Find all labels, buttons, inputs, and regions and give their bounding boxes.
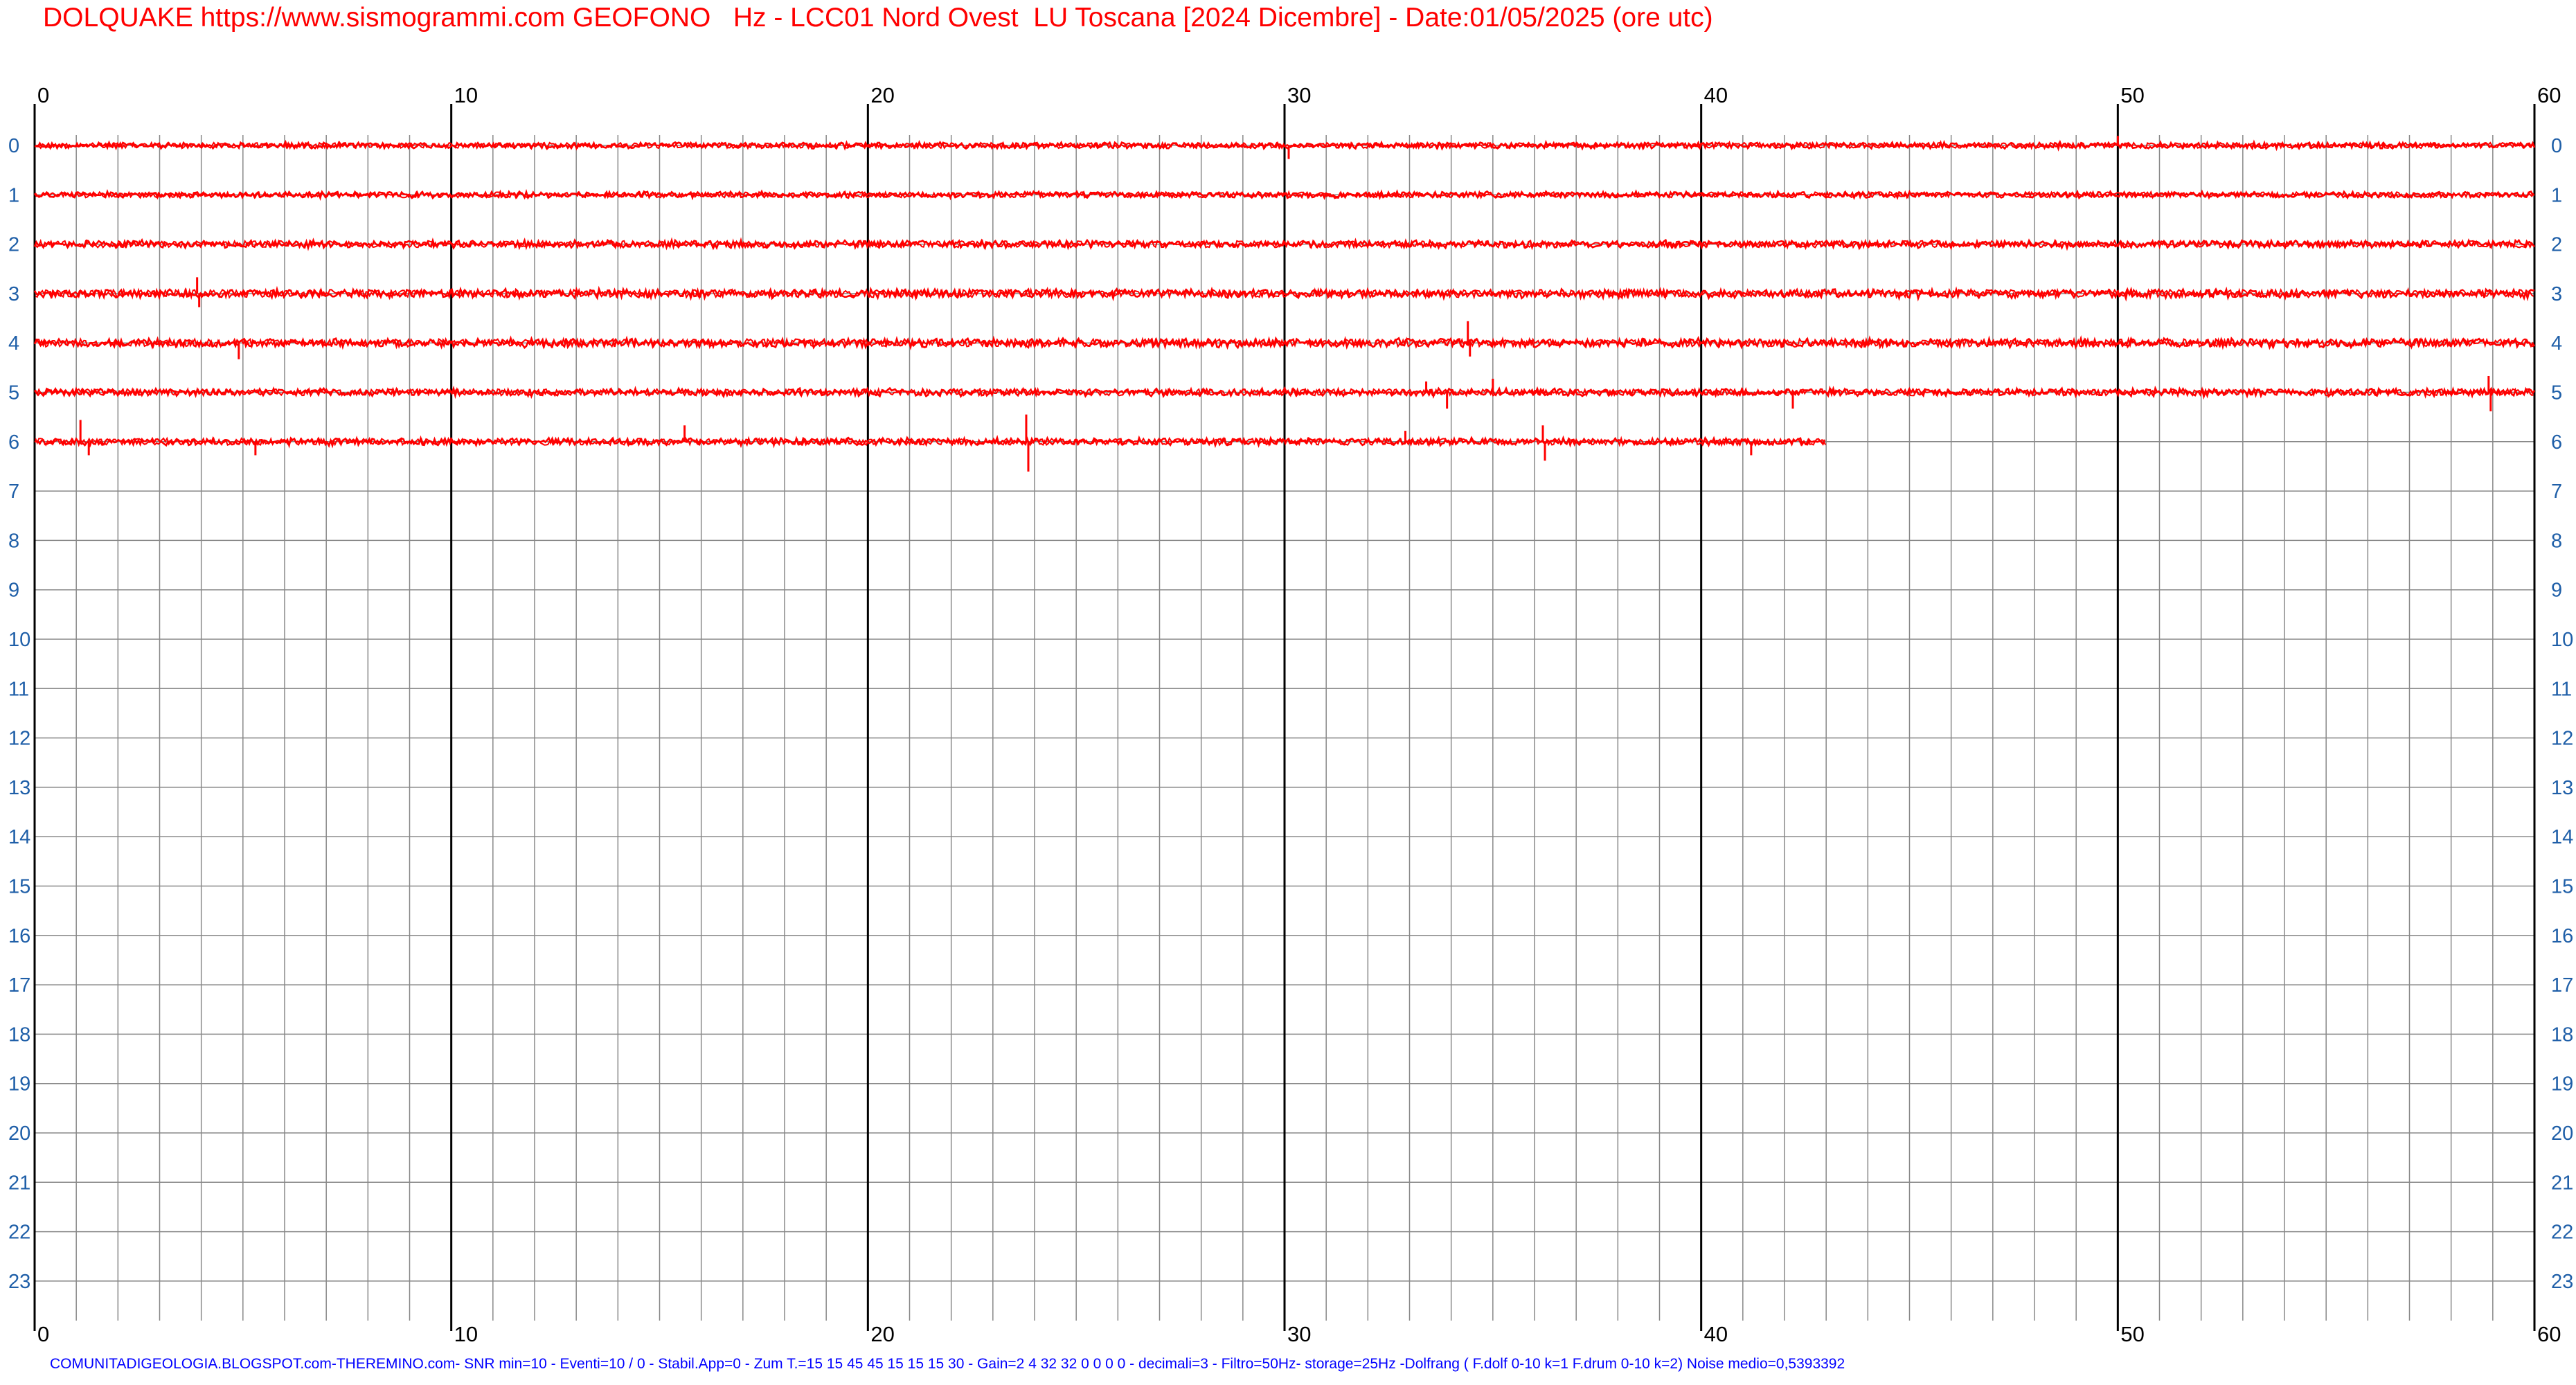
hour-label-left: 3 [8, 283, 19, 305]
hour-label-left: 22 [8, 1222, 30, 1244]
hour-label-left: 23 [8, 1271, 30, 1293]
hour-label-left: 14 [8, 826, 30, 848]
hour-label-left: 19 [8, 1073, 30, 1096]
x-tick-label-bottom: 60 [2537, 1322, 2561, 1346]
hour-label-left: 2 [8, 234, 19, 256]
hour-label-left: 8 [8, 530, 19, 552]
hour-label-left: 9 [8, 580, 19, 602]
hour-label-left: 1 [8, 184, 19, 206]
x-tick-label-top: 60 [2537, 83, 2561, 107]
hour-label-right: 15 [2551, 876, 2573, 898]
x-tick-label-bottom: 0 [37, 1322, 49, 1346]
hour-label-right: 2 [2551, 234, 2562, 256]
x-tick-label-top: 10 [454, 83, 478, 107]
hour-label-right: 8 [2551, 530, 2562, 552]
axis-labels: 001010202030304040505060600 01 12 23 34 45 56 6… [8, 83, 2573, 1346]
hour-label-left: 20 [8, 1123, 30, 1145]
hour-label-right: 12 [2551, 728, 2573, 750]
x-tick-label-top: 30 [1287, 83, 1311, 107]
hour-label-right: 3 [2551, 283, 2562, 305]
hour-label-left: 5 [8, 382, 19, 404]
grid [33, 104, 2536, 1331]
hour-label-right: 6 [2551, 431, 2562, 454]
hour-label-right: 21 [2551, 1172, 2573, 1194]
seismogram-chart: 001010202030304040505060600 01 12 23 34 45 56 6… [8, 83, 2573, 1346]
hour-label-right: 17 [2551, 974, 2573, 997]
hour-label-right: 11 [2551, 678, 2572, 700]
hour-label-right: 16 [2551, 925, 2573, 947]
hour-label-left: 16 [8, 925, 30, 947]
hour-label-left: 17 [8, 974, 30, 997]
hour-label-left: 12 [8, 728, 30, 750]
x-tick-label-bottom: 50 [2120, 1322, 2144, 1346]
x-tick-label-bottom: 10 [454, 1322, 478, 1346]
hour-label-left: 10 [8, 629, 30, 651]
hour-label-right: 14 [2551, 826, 2573, 848]
hour-label-right: 19 [2551, 1073, 2573, 1096]
hour-label-right: 10 [2551, 629, 2573, 651]
hour-label-left: 15 [8, 876, 30, 898]
hour-label-left: 4 [8, 332, 19, 355]
x-tick-label-top: 20 [870, 83, 894, 107]
x-tick-label-top: 0 [37, 83, 49, 107]
footer-info: COMUNITADIGEOLOGIA.BLOGSPOT.com-THEREMIN… [50, 1356, 1845, 1372]
hour-label-right: 20 [2551, 1123, 2573, 1145]
hour-label-left: 11 [8, 678, 29, 700]
hour-label-right: 18 [2551, 1024, 2573, 1046]
hour-label-right: 5 [2551, 382, 2562, 404]
hour-label-right: 1 [2551, 184, 2562, 206]
x-tick-label-top: 40 [1704, 83, 1728, 107]
x-tick-label-bottom: 20 [870, 1322, 894, 1346]
x-tick-label-bottom: 30 [1287, 1322, 1311, 1346]
hour-label-right: 4 [2551, 332, 2562, 355]
hour-label-right: 13 [2551, 777, 2573, 799]
hour-label-left: 6 [8, 431, 19, 454]
hour-label-left: 7 [8, 481, 19, 503]
hour-label-left: 21 [8, 1172, 30, 1194]
hour-label-left: 0 [8, 135, 19, 157]
hour-label-left: 18 [8, 1024, 30, 1046]
hour-label-right: 7 [2551, 481, 2562, 503]
x-tick-label-bottom: 40 [1704, 1322, 1728, 1346]
hour-label-left: 13 [8, 777, 30, 799]
hour-label-right: 9 [2551, 580, 2562, 602]
hour-label-right: 22 [2551, 1222, 2573, 1244]
x-tick-label-top: 50 [2120, 83, 2144, 107]
hour-label-right: 23 [2551, 1271, 2573, 1293]
hour-label-right: 0 [2551, 135, 2562, 157]
